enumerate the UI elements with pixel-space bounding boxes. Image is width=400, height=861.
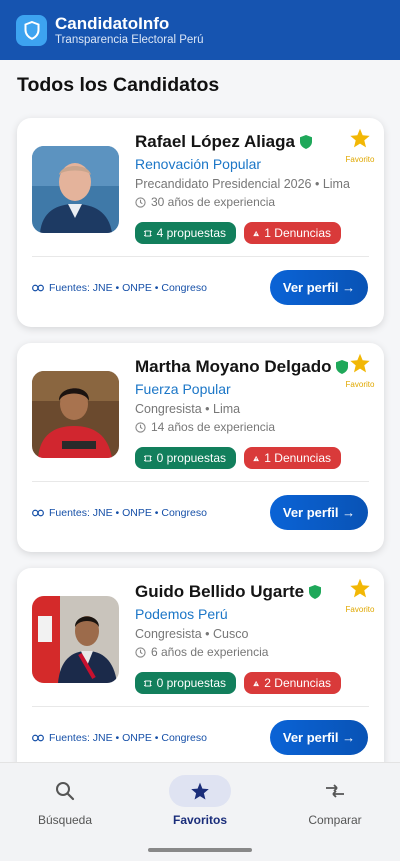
experience-text: 14 años de experiencia (151, 420, 276, 434)
experience-text: 6 años de experiencia (151, 645, 269, 659)
candidate-card[interactable]: Guido Bellido Ugarte Favorito Podemos Pe… (17, 568, 384, 777)
clock-icon (135, 196, 146, 208)
link-icon (32, 509, 44, 517)
star-icon (350, 353, 370, 373)
search-icon (56, 782, 75, 801)
active-indicator (169, 775, 231, 807)
divider (32, 481, 369, 482)
candidate-role: Congresista • Cusco (135, 627, 249, 641)
clock-icon (135, 646, 146, 658)
proposals-badge[interactable]: 0 propuestas (135, 447, 236, 469)
clock-icon (135, 421, 146, 433)
proposals-icon (144, 230, 152, 236)
sources-link[interactable]: Fuentes: JNE • ONPE • Congreso (32, 282, 207, 294)
view-profile-button[interactable]: Ver perfil → (270, 720, 368, 755)
experience-info: 30 años de experiencia (135, 195, 275, 209)
shield-logo-icon (16, 14, 47, 46)
party-name: Fuerza Popular (135, 381, 231, 397)
star-icon (350, 578, 370, 598)
party-name: Podemos Perú (135, 606, 228, 622)
nav-compare-label: Comparar (308, 813, 362, 827)
home-indicator[interactable] (148, 848, 252, 852)
candidate-role: Congresista • Lima (135, 402, 241, 416)
favorite-label: Favorito (345, 155, 375, 164)
proposals-icon (144, 455, 152, 461)
candidate-card[interactable]: Martha Moyano Delgado Favorito Fuerza Po… (17, 343, 384, 552)
warning-icon (253, 455, 260, 461)
divider (32, 706, 369, 707)
candidate-photo (32, 146, 119, 233)
proposals-icon (144, 680, 152, 686)
nav-favorites[interactable]: Favoritos (135, 775, 265, 827)
sources-text: Fuentes: JNE • ONPE • Congreso (49, 507, 207, 519)
bottom-navigation: Búsqueda Favoritos Comparar (0, 762, 400, 861)
candidate-card[interactable]: Rafael López Aliaga Favorito Renovación … (17, 118, 384, 327)
sources-text: Fuentes: JNE • ONPE • Congreso (49, 282, 207, 294)
candidate-name: Guido Bellido Ugarte (135, 582, 305, 601)
sources-link[interactable]: Fuentes: JNE • ONPE • Congreso (32, 507, 207, 519)
compare-icon (326, 784, 344, 798)
complaints-badge[interactable]: 1 Denuncias (244, 222, 341, 244)
nav-compare[interactable]: Comparar (270, 775, 400, 827)
proposals-count: 4 propuestas (156, 226, 226, 240)
complaints-badge[interactable]: 2 Denuncias (244, 672, 341, 694)
verified-icon (309, 585, 322, 599)
candidate-name: Rafael López Aliaga (135, 132, 295, 151)
favorite-toggle[interactable]: Favorito (342, 578, 378, 614)
divider (32, 256, 369, 257)
complaints-count: 1 Denuncias (264, 226, 331, 240)
complaints-badge[interactable]: 1 Denuncias (244, 447, 341, 469)
candidate-name: Martha Moyano Delgado (135, 357, 332, 376)
experience-info: 6 años de experiencia (135, 645, 268, 659)
sources-text: Fuentes: JNE • ONPE • Congreso (49, 732, 207, 744)
experience-text: 30 años de experiencia (151, 195, 276, 209)
party-name: Renovación Popular (135, 156, 262, 172)
sources-link[interactable]: Fuentes: JNE • ONPE • Congreso (32, 732, 207, 744)
proposals-badge[interactable]: 4 propuestas (135, 222, 236, 244)
star-icon (350, 128, 370, 148)
app-bar: CandidatoInfo Transparencia Electoral Pe… (0, 0, 400, 60)
verified-icon (299, 135, 312, 149)
link-icon (32, 734, 44, 742)
candidate-role: Precandidato Presidencial 2026 • Lima (135, 177, 350, 191)
app-subtitle: Transparencia Electoral Perú (55, 33, 204, 46)
nav-search-label: Búsqueda (37, 813, 93, 827)
proposals-badge[interactable]: 0 propuestas (135, 672, 236, 694)
proposals-count: 0 propuestas (156, 676, 226, 690)
proposals-count: 0 propuestas (156, 451, 226, 465)
complaints-count: 1 Denuncias (264, 451, 331, 465)
star-icon (191, 782, 209, 800)
favorite-toggle[interactable]: Favorito (342, 353, 378, 389)
warning-icon (253, 230, 260, 236)
link-icon (32, 284, 44, 292)
warning-icon (253, 680, 260, 686)
experience-info: 14 años de experiencia (135, 420, 275, 434)
favorite-label: Favorito (345, 605, 375, 614)
app-title: CandidatoInfo (55, 13, 170, 33)
favorite-toggle[interactable]: Favorito (342, 128, 378, 164)
nav-favorites-label: Favoritos (172, 813, 227, 827)
candidate-photo (32, 371, 119, 458)
favorite-label: Favorito (345, 380, 375, 389)
candidate-photo (32, 596, 119, 683)
view-profile-button[interactable]: Ver perfil → (270, 495, 368, 530)
view-profile-button[interactable]: Ver perfil → (270, 270, 368, 305)
page-title: Todos los Candidatos (17, 74, 220, 96)
complaints-count: 2 Denuncias (264, 676, 331, 690)
nav-search[interactable]: Búsqueda (0, 775, 130, 827)
